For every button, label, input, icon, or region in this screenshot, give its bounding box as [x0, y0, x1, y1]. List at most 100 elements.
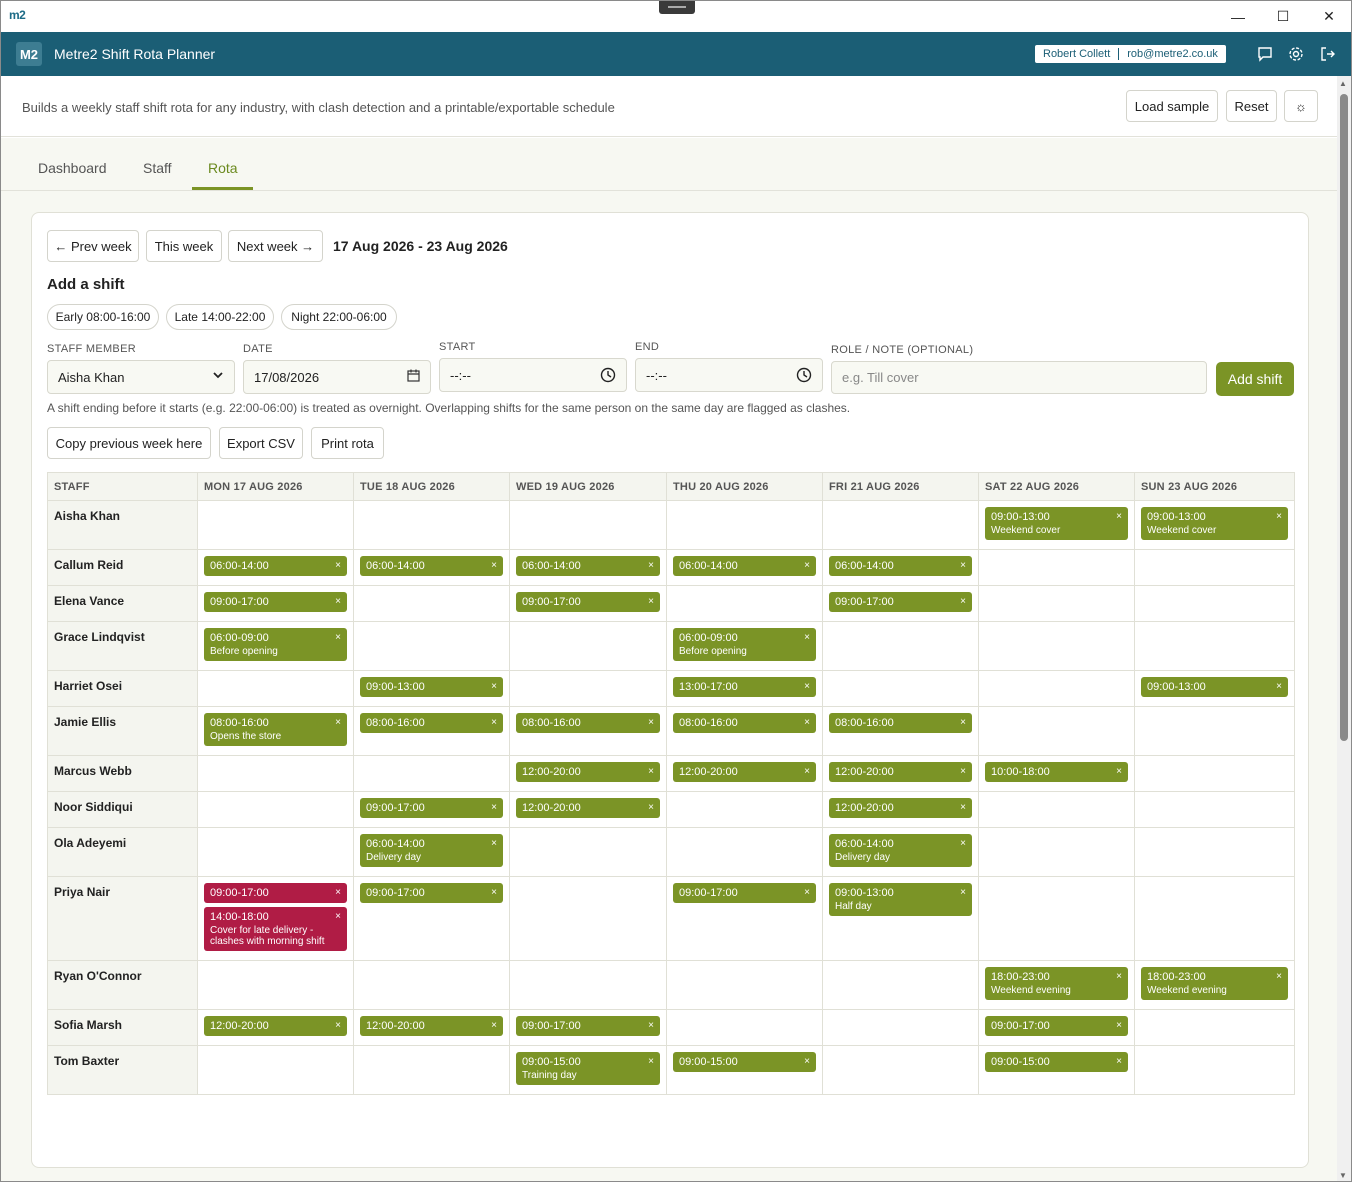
day-cell[interactable]: [666, 791, 823, 828]
remove-shift-icon[interactable]: ×: [804, 887, 810, 898]
day-cell[interactable]: 08:00-16:00 ×: [666, 706, 823, 756]
day-cell[interactable]: [509, 960, 667, 1010]
remove-shift-icon[interactable]: ×: [960, 766, 966, 777]
this-week-button[interactable]: This week: [146, 230, 222, 262]
day-cell[interactable]: 12:00-20:00 ×: [197, 1009, 354, 1046]
shift-chip[interactable]: 09:00-17:00 ×: [516, 592, 660, 612]
day-cell[interactable]: [197, 1045, 354, 1095]
day-cell[interactable]: 09:00-13:00 ×: [1134, 670, 1295, 707]
day-cell[interactable]: [978, 706, 1135, 756]
chat-icon[interactable]: [1255, 44, 1275, 64]
day-cell[interactable]: [1134, 876, 1295, 961]
day-cell[interactable]: 09:00-13:00 Weekend cover ×: [1134, 500, 1295, 550]
day-cell[interactable]: 09:00-17:00 ×: [353, 791, 510, 828]
remove-shift-icon[interactable]: ×: [1116, 766, 1122, 777]
day-cell[interactable]: [1134, 1009, 1295, 1046]
day-cell[interactable]: 08:00-16:00 ×: [353, 706, 510, 756]
remove-shift-icon[interactable]: ×: [335, 596, 341, 607]
shift-chip[interactable]: 12:00-20:00 ×: [673, 762, 816, 782]
day-cell[interactable]: [822, 1009, 979, 1046]
shift-chip[interactable]: 12:00-20:00 ×: [516, 762, 660, 782]
day-cell[interactable]: [978, 670, 1135, 707]
day-cell[interactable]: [822, 960, 979, 1010]
shift-chip[interactable]: 09:00-17:00 ×: [360, 883, 503, 903]
remove-shift-icon[interactable]: ×: [1276, 971, 1282, 982]
day-cell[interactable]: 08:00-16:00 Opens the store ×: [197, 706, 354, 756]
day-cell[interactable]: 09:00-13:00 Half day ×: [822, 876, 979, 961]
preset-early-button[interactable]: Early 08:00-16:00: [47, 304, 159, 330]
day-cell[interactable]: [509, 621, 667, 671]
day-cell[interactable]: 08:00-16:00 ×: [822, 706, 979, 756]
shift-chip[interactable]: 09:00-17:00 ×: [204, 592, 347, 612]
shift-chip[interactable]: 08:00-16:00 ×: [829, 713, 972, 733]
remove-shift-icon[interactable]: ×: [804, 1056, 810, 1067]
scrollbar[interactable]: ▲ ▼: [1337, 76, 1351, 1181]
day-cell[interactable]: [353, 621, 510, 671]
day-cell[interactable]: [197, 500, 354, 550]
scroll-up-icon[interactable]: ▲: [1339, 79, 1347, 88]
shift-chip[interactable]: 06:00-09:00 Before opening ×: [673, 628, 816, 661]
end-time-input[interactable]: --:--: [635, 358, 823, 392]
scrollbar-thumb[interactable]: [1340, 94, 1348, 741]
shift-chip[interactable]: 09:00-13:00 Weekend cover ×: [1141, 507, 1288, 540]
day-cell[interactable]: [197, 791, 354, 828]
day-cell[interactable]: 09:00-13:00 Weekend cover ×: [978, 500, 1135, 550]
shift-chip[interactable]: 08:00-16:00 ×: [516, 713, 660, 733]
day-cell[interactable]: 09:00-17:00 ×: [509, 585, 667, 622]
shift-chip[interactable]: 12:00-20:00 ×: [829, 762, 972, 782]
role-note-input[interactable]: e.g. Till cover: [831, 361, 1207, 394]
staff-member-select[interactable]: Aisha Khan: [47, 360, 235, 394]
remove-shift-icon[interactable]: ×: [1116, 971, 1122, 982]
remove-shift-icon[interactable]: ×: [804, 681, 810, 692]
day-cell[interactable]: [353, 585, 510, 622]
remove-shift-icon[interactable]: ×: [491, 802, 497, 813]
remove-shift-icon[interactable]: ×: [491, 1020, 497, 1031]
day-cell[interactable]: [978, 791, 1135, 828]
day-cell[interactable]: [1134, 621, 1295, 671]
day-cell[interactable]: 06:00-14:00 ×: [353, 549, 510, 586]
shift-chip[interactable]: 09:00-17:00 ×: [360, 798, 503, 818]
next-week-button[interactable]: Next week →: [228, 230, 323, 262]
add-shift-button[interactable]: Add shift: [1216, 362, 1294, 396]
shift-chip[interactable]: 09:00-13:00 ×: [1141, 677, 1288, 697]
day-cell[interactable]: [1134, 706, 1295, 756]
settings-gear-icon[interactable]: [1286, 44, 1306, 64]
day-cell[interactable]: [1134, 1045, 1295, 1095]
remove-shift-icon[interactable]: ×: [804, 717, 810, 728]
remove-shift-icon[interactable]: ×: [648, 596, 654, 607]
day-cell[interactable]: [822, 621, 979, 671]
remove-shift-icon[interactable]: ×: [648, 766, 654, 777]
prev-week-button[interactable]: ← Prev week: [47, 230, 139, 262]
remove-shift-icon[interactable]: ×: [335, 632, 341, 643]
day-cell[interactable]: 10:00-18:00 ×: [978, 755, 1135, 792]
maximize-button[interactable]: ☐: [1260, 1, 1306, 32]
day-cell[interactable]: [1134, 827, 1295, 877]
day-cell[interactable]: 09:00-17:00 × 14:00-18:00 Cover for late de…: [197, 876, 354, 961]
preset-night-button[interactable]: Night 22:00-06:00: [281, 304, 397, 330]
tab-rota[interactable]: Rota: [208, 160, 238, 176]
tab-staff[interactable]: Staff: [143, 160, 172, 176]
shift-chip[interactable]: 06:00-14:00 ×: [829, 556, 972, 576]
shift-chip[interactable]: 09:00-13:00 ×: [360, 677, 503, 697]
shift-chip[interactable]: 08:00-16:00 Opens the store ×: [204, 713, 347, 746]
day-cell[interactable]: 06:00-14:00 Delivery day ×: [822, 827, 979, 877]
day-cell[interactable]: [978, 585, 1135, 622]
tab-dashboard[interactable]: Dashboard: [38, 160, 107, 176]
start-time-input[interactable]: --:--: [439, 358, 627, 392]
remove-shift-icon[interactable]: ×: [491, 681, 497, 692]
shift-chip[interactable]: 08:00-16:00 ×: [673, 713, 816, 733]
remove-shift-icon[interactable]: ×: [960, 887, 966, 898]
logout-icon[interactable]: [1318, 44, 1338, 64]
shift-chip[interactable]: 10:00-18:00 ×: [985, 762, 1128, 782]
shift-chip[interactable]: 09:00-13:00 Weekend cover ×: [985, 507, 1128, 540]
day-cell[interactable]: [509, 827, 667, 877]
day-cell[interactable]: 09:00-13:00 ×: [353, 670, 510, 707]
remove-shift-icon[interactable]: ×: [648, 717, 654, 728]
shift-chip[interactable]: 13:00-17:00 ×: [673, 677, 816, 697]
day-cell[interactable]: [509, 876, 667, 961]
day-cell[interactable]: 13:00-17:00 ×: [666, 670, 823, 707]
remove-shift-icon[interactable]: ×: [960, 596, 966, 607]
day-cell[interactable]: [353, 1045, 510, 1095]
day-cell[interactable]: [353, 500, 510, 550]
remove-shift-icon[interactable]: ×: [960, 802, 966, 813]
